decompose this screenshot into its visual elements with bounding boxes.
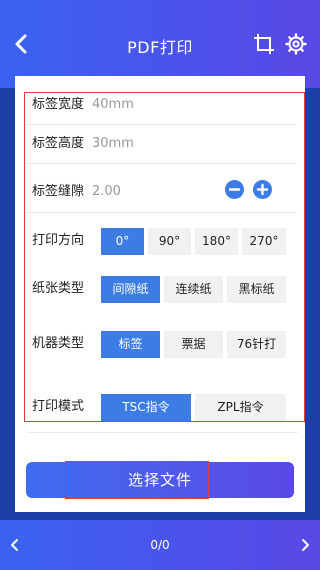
- direction-option-0[interactable]: 0°: [101, 228, 144, 255]
- label-gap-input[interactable]: 2.00: [92, 175, 121, 209]
- mode-option-tsc[interactable]: TSC指令: [101, 394, 191, 421]
- chevron-right-icon: [302, 539, 309, 551]
- print-mode-label: 打印模式: [32, 399, 85, 414]
- minus-icon: [228, 188, 241, 191]
- direction-option-180[interactable]: 180°: [195, 228, 238, 255]
- divider: [26, 212, 298, 213]
- divider: [26, 163, 298, 164]
- top-app-bar: PDF打印: [0, 0, 320, 88]
- machine-option-receipt[interactable]: 票据: [164, 331, 223, 358]
- paper-option-black-mark[interactable]: 黑标纸: [227, 276, 286, 303]
- gap-increase-button[interactable]: [253, 180, 272, 199]
- divider: [26, 432, 298, 433]
- label-gap-label: 标签缝隙: [32, 184, 85, 199]
- machine-type-label: 机器类型: [32, 336, 85, 351]
- divider: [26, 124, 298, 125]
- label-width-label: 标签宽度: [32, 97, 85, 112]
- label-width-input[interactable]: 40mm: [92, 88, 134, 122]
- label-height-row: 标签高度 30mm: [32, 127, 300, 161]
- select-file-button[interactable]: 选择文件: [26, 462, 294, 498]
- gap-decrease-button[interactable]: [225, 180, 244, 199]
- plus-icon: [256, 183, 269, 196]
- print-direction-label: 打印方向: [32, 233, 85, 248]
- settings-button[interactable]: [284, 32, 308, 56]
- crop-button[interactable]: [252, 32, 276, 56]
- paper-type-label: 纸张类型: [32, 281, 85, 296]
- label-height-label: 标签高度: [32, 136, 85, 151]
- mode-option-zpl[interactable]: ZPL指令: [195, 394, 286, 421]
- direction-option-90[interactable]: 90°: [148, 228, 191, 255]
- machine-option-label[interactable]: 标签: [101, 331, 160, 358]
- paper-option-gap[interactable]: 间隙纸: [101, 276, 160, 303]
- label-height-input[interactable]: 30mm: [92, 127, 134, 161]
- select-file-label: 选择文件: [127, 471, 192, 489]
- page-nav-bar: 0/0: [0, 520, 320, 570]
- direction-option-270[interactable]: 270°: [242, 228, 286, 255]
- label-width-row: 标签宽度 40mm: [32, 88, 300, 122]
- machine-option-dot-matrix[interactable]: 76针打: [227, 331, 286, 358]
- next-page-button[interactable]: [296, 535, 314, 555]
- paper-option-continuous[interactable]: 连续纸: [164, 276, 223, 303]
- gear-icon: [285, 33, 307, 55]
- crop-icon: [254, 34, 274, 54]
- page-indicator: 0/0: [150, 538, 170, 552]
